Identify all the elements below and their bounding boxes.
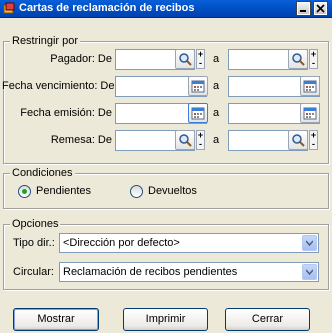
minimize-icon [300, 10, 306, 12]
radio-devueltos[interactable] [130, 185, 143, 198]
tipo-dir-select[interactable]: <Dirección por defecto> [59, 233, 319, 253]
restrict-group-legend: Restringir por [10, 35, 81, 47]
remittance-to-spinner[interactable]: + - [309, 130, 318, 150]
minimize-button[interactable] [296, 1, 311, 16]
remittance-from-search-button[interactable] [175, 130, 195, 150]
dropdown-arrow[interactable] [302, 235, 317, 251]
window-title: Cartas de reclamación de recibos [19, 2, 195, 14]
minus-icon[interactable]: - [310, 59, 317, 68]
issue-date-label: Fecha emisión: De [20, 107, 112, 119]
show-button[interactable]: Mostrar [13, 308, 99, 331]
remittance-label: Remesa: De [50, 134, 112, 146]
minus-icon[interactable]: - [197, 140, 204, 149]
chevron-down-icon [306, 269, 313, 275]
tipo-dir-value: <Dirección por defecto> [63, 237, 180, 249]
close-dialog-button-label: Cerrar [251, 313, 284, 325]
close-icon [316, 4, 325, 13]
calendar-icon [303, 107, 317, 120]
payer-to-spinner[interactable]: + - [309, 49, 318, 69]
due-date-label: Fecha vencimiento: De [2, 80, 115, 92]
radio-devueltos-label[interactable]: Devueltos [148, 185, 197, 198]
remittance-from-spinner[interactable]: + - [196, 130, 205, 150]
dialog-window: Cartas de reclamación de recibos Restrin… [0, 0, 332, 333]
print-button[interactable]: Imprimir [123, 308, 208, 331]
search-icon [179, 53, 192, 66]
show-button-label: Mostrar [37, 313, 75, 325]
circular-select[interactable]: Reclamación de recibos pendientes [59, 262, 319, 282]
close-dialog-button[interactable]: Cerrar [225, 308, 310, 331]
search-icon [179, 134, 192, 147]
close-button[interactable] [313, 1, 328, 16]
payer-from-spinner[interactable]: + - [196, 49, 205, 69]
title-bar[interactable]: Cartas de reclamación de recibos [0, 0, 332, 18]
calendar-icon [191, 107, 205, 120]
remittance-sep: a [213, 134, 220, 146]
calendar-icon [303, 80, 317, 93]
search-icon [292, 53, 305, 66]
remittance-to-search-button[interactable] [288, 130, 308, 150]
circular-label: Circular: [13, 266, 54, 278]
due-date-sep: a [213, 80, 220, 92]
calendar-icon [191, 80, 205, 93]
conditions-group-legend: Condiciones [10, 167, 75, 179]
options-group-legend: Opciones [10, 218, 61, 230]
issue-date-sep: a [213, 107, 220, 119]
minus-icon[interactable]: - [310, 140, 317, 149]
chevron-down-icon [306, 240, 313, 246]
issue-date-to-calendar-button[interactable] [300, 103, 320, 123]
minus-icon[interactable]: - [197, 59, 204, 68]
radio-pendientes[interactable] [18, 185, 31, 198]
due-date-to-calendar-button[interactable] [300, 76, 320, 96]
search-icon [292, 134, 305, 147]
app-icon [3, 2, 15, 14]
issue-date-from-calendar-button[interactable] [188, 103, 208, 123]
payer-from-search-button[interactable] [175, 49, 195, 69]
print-button-label: Imprimir [145, 313, 186, 325]
radio-selected-dot [22, 189, 27, 194]
radio-pendientes-label[interactable]: Pendientes [36, 185, 91, 198]
payer-label: Pagador: De [50, 53, 112, 65]
circular-value: Reclamación de recibos pendientes [63, 266, 238, 278]
payer-sep: a [213, 53, 220, 65]
due-date-from-calendar-button[interactable] [188, 76, 208, 96]
dropdown-arrow[interactable] [302, 264, 317, 280]
tipo-dir-label: Tipo dir.: [13, 237, 55, 249]
payer-to-search-button[interactable] [288, 49, 308, 69]
